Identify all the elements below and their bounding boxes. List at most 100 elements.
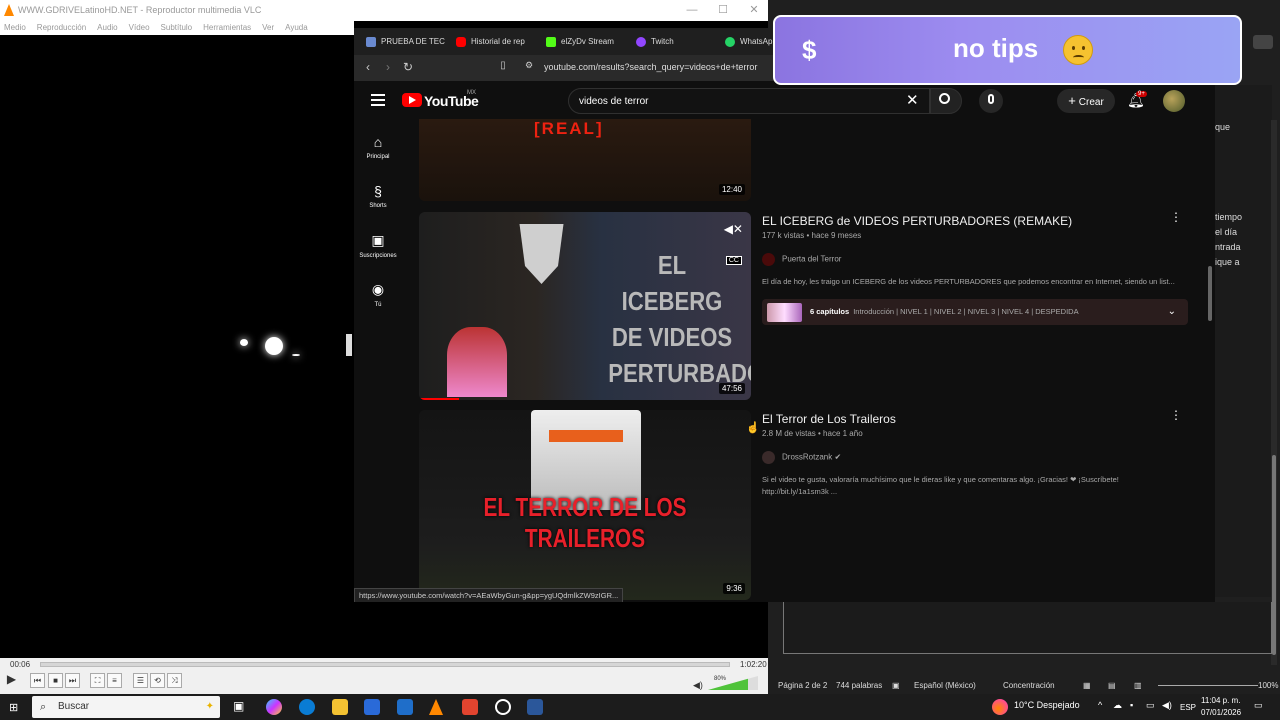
back-icon[interactable]: ‹ [360,60,376,74]
print-layout-icon[interactable]: ▤ [1108,678,1116,694]
video-thumbnail[interactable]: EL ICEBERG DE VIDEOS PERTURBADORES ◀✕ CC… [419,212,751,400]
search-input[interactable] [579,93,889,109]
avatar[interactable] [1163,90,1185,112]
tray-chevron-icon[interactable]: ^ [1098,700,1102,710]
page-count[interactable]: Página 2 de 2 [778,678,827,694]
vlc-cone-icon [4,4,14,16]
minimize-button[interactable]: — [680,0,704,21]
clock-date[interactable]: 07/01/2026 [1201,708,1241,717]
store-icon[interactable] [364,699,380,715]
video-title[interactable]: EL ICEBERG de VIDEOS PERTURBADORES (REMA… [762,214,1072,228]
start-icon[interactable]: ⊞ [9,701,18,714]
menu-medio[interactable]: Medio [4,23,26,32]
brave-icon[interactable] [462,699,478,715]
page-scrollbar[interactable] [1208,266,1212,321]
more-actions-icon[interactable]: ⋮ [1170,210,1182,224]
next-button[interactable]: ⏭ [65,673,80,688]
volume-level: 80% [714,676,727,682]
zoom-slider[interactable] [1158,685,1258,686]
reload-icon[interactable]: ↻ [400,60,416,74]
vlc-video-area[interactable] [0,35,354,658]
tab[interactable]: Historial de rep [456,33,528,51]
menu-reproduccion[interactable]: Reproducción [37,23,86,32]
forward-icon[interactable]: › [380,60,396,74]
shuffle-button[interactable]: ⤨ [167,673,182,688]
word-count[interactable]: 744 palabras [836,678,882,694]
proofing-icon[interactable]: ▣ [892,678,900,694]
tab[interactable]: PRUEBA DE TEC [366,33,448,51]
seek-bar[interactable] [40,662,730,667]
menu-icon[interactable] [371,94,385,106]
menu-herramientas[interactable]: Herramientas [203,23,251,32]
file-explorer-icon[interactable] [332,699,348,715]
sidebar-item-principal[interactable]: ⌂ Principal [354,134,402,160]
voice-search-button[interactable] [979,89,1003,113]
language[interactable]: Español (México) [914,678,976,694]
clear-search-icon[interactable]: ✕ [906,91,919,109]
volume-icon[interactable]: ◀) [1162,700,1172,711]
chapter-thumbnail [767,303,802,322]
read-mode-icon[interactable]: ▦ [1083,678,1091,694]
speaker-icon[interactable]: ◀) [693,680,703,691]
onedrive-icon[interactable]: ☁ [1113,700,1122,711]
word-share-button[interactable] [1253,35,1273,49]
sidebar-item-tu[interactable]: ◉ Tú [354,281,402,308]
video-title[interactable]: El Terror de Los Traileros [762,412,896,426]
bookmark-icon[interactable]: ▯ [495,60,511,71]
word-scrollbar[interactable] [1271,120,1277,665]
vlc-cone-icon[interactable] [429,699,443,715]
network-icon[interactable]: ▭ [1146,700,1155,711]
extended-settings-button[interactable]: ≡ [107,673,122,688]
taskbar-search[interactable]: ⌕ Buscar ✦ [32,696,220,718]
obs-icon[interactable] [495,699,511,715]
camera-icon[interactable]: ▪ [1130,700,1133,710]
clock-time[interactable]: 11:04 p. m. [1201,696,1240,705]
language-indicator[interactable]: ESP [1180,703,1196,712]
word-icon[interactable] [527,699,543,715]
site-info-icon[interactable]: ⚙ [521,60,537,71]
task-view-icon[interactable]: ▣ [233,699,249,715]
sidebar-item-shorts[interactable]: § Shorts [354,183,402,209]
sidebar-item-suscripciones[interactable]: ▣ Suscripciones [354,232,402,259]
stop-button[interactable]: ■ [48,673,63,688]
video-thumbnail[interactable]: EL TERROR DE LOS TRAILEROS 9:36 [419,410,751,600]
loop-button[interactable]: ⟲ [150,673,165,688]
time-elapsed: 00:06 [10,660,31,669]
create-button[interactable]: + Crear [1057,89,1115,113]
weather-text[interactable]: 10°C Despejado [1014,700,1080,710]
copilot-icon[interactable] [266,699,282,715]
url-field[interactable]: youtube.com/results?search_query=videos+… [544,62,757,72]
word-page[interactable] [783,602,1272,654]
time-total: 1:02:20 [740,660,767,669]
focus-mode[interactable]: Concentración [1003,678,1055,694]
menu-ayuda[interactable]: Ayuda [285,23,308,32]
video-thumbnail[interactable]: [REAL] 12:40 [419,119,751,201]
word-document-fragment[interactable]: que tiempo el día ntrada ique a [1215,85,1272,597]
tab[interactable]: elZyDv Stream [546,33,626,51]
edge-icon[interactable] [299,699,315,715]
menu-audio[interactable]: Audio [97,23,117,32]
playlist-button[interactable]: ☰ [133,673,148,688]
weather-icon[interactable] [992,699,1008,715]
menu-subtitulo[interactable]: Subtítulo [161,23,193,32]
previous-button[interactable]: ⏮ [30,673,45,688]
play-button[interactable]: ▶ [3,673,20,690]
channel-link[interactable]: DrossRotzank ✔ [762,451,841,464]
zoom-level[interactable]: 100% [1258,678,1278,694]
verified-icon: ✔ [834,452,842,462]
video-duration: 12:40 [718,184,745,195]
close-button[interactable]: ✕ [742,0,766,21]
fullscreen-button[interactable]: ⛶ [90,673,105,688]
chapters-row[interactable]: 6 capítulos Introducción | NIVEL 1 | NIVE… [762,299,1188,325]
search-button[interactable] [930,88,962,114]
notification-center-icon[interactable]: ▭ [1254,700,1263,711]
youtube-logo-icon[interactable] [402,93,422,107]
outlook-icon[interactable] [397,699,413,715]
menu-video[interactable]: Vídeo [129,23,150,32]
channel-link[interactable]: Puerta del Terror [762,253,841,266]
menu-ver[interactable]: Ver [262,23,274,32]
maximize-button[interactable]: ☐ [711,0,735,21]
more-actions-icon[interactable]: ⋮ [1170,408,1182,422]
web-layout-icon[interactable]: ▥ [1134,678,1142,694]
tab[interactable]: Twitch [636,33,706,51]
